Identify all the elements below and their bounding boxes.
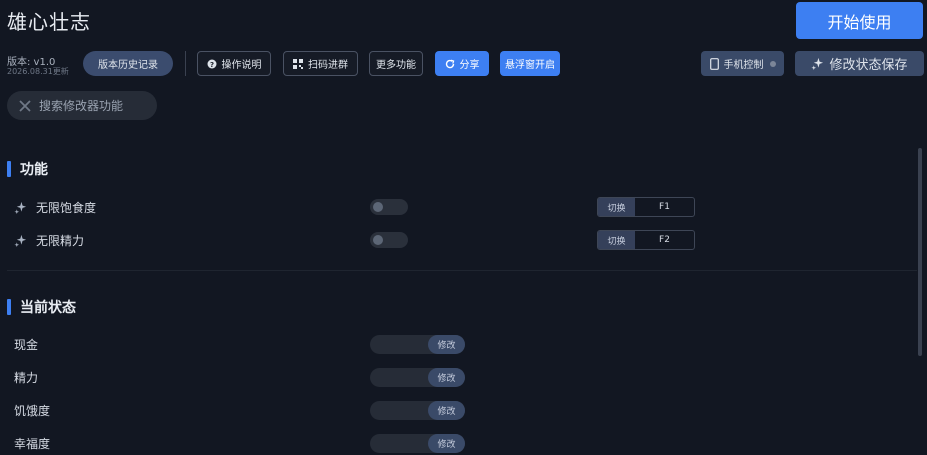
status-value-input[interactable]: 修改 xyxy=(370,401,465,420)
toggle-knob xyxy=(373,202,383,212)
sparkle-icon xyxy=(14,201,27,214)
search-input[interactable]: 搜索修改器功能 xyxy=(7,91,157,120)
status-value-input[interactable]: 修改 xyxy=(370,368,465,387)
feature-item: 无限饱食度 xyxy=(14,199,96,216)
status-label: 幸福度 xyxy=(14,437,51,451)
features-title-text: 功能 xyxy=(20,162,48,178)
status-label: 饥饿度 xyxy=(14,404,51,418)
status-value-input[interactable]: 修改 xyxy=(370,335,465,354)
status-dot-icon xyxy=(769,60,776,67)
hotkey-switch-button[interactable]: 切换 xyxy=(598,198,635,216)
share-button[interactable]: 分享 xyxy=(435,51,489,76)
phone-control-button[interactable]: 手机控制 xyxy=(701,51,784,76)
hotkey-field[interactable]: 切换 F2 xyxy=(597,230,695,250)
features-section-title: 功能 xyxy=(7,159,48,179)
more-features-button[interactable]: 更多功能 xyxy=(369,51,423,76)
save-label: 修改状态保存 xyxy=(829,58,908,73)
status-label: 现金 xyxy=(14,338,39,352)
float-window-button[interactable]: 悬浮窗开启 xyxy=(500,51,560,76)
feature-item: 无限精力 xyxy=(14,232,84,249)
section-accent-bar xyxy=(7,299,11,315)
version-history-button[interactable]: 版本历史记录 xyxy=(83,51,173,76)
feature-toggle[interactable] xyxy=(370,232,408,248)
scrollbar[interactable] xyxy=(918,148,922,356)
feature-label: 无限饱食度 xyxy=(36,201,97,215)
sparkle-icon xyxy=(14,234,27,247)
status-label: 精力 xyxy=(14,371,39,385)
status-value-input[interactable]: 修改 xyxy=(370,434,465,453)
feature-label: 无限精力 xyxy=(36,234,85,248)
start-button[interactable]: 开始使用 xyxy=(796,2,923,39)
share-label: 分享 xyxy=(459,60,480,71)
save-state-button[interactable]: 修改状态保存 xyxy=(795,51,924,76)
section-divider xyxy=(7,270,917,271)
modify-button[interactable]: 修改 xyxy=(428,335,465,354)
search-placeholder: 搜索修改器功能 xyxy=(39,99,124,113)
modify-button[interactable]: 修改 xyxy=(428,401,465,420)
toolbar-divider xyxy=(185,51,186,76)
qr-group-button[interactable]: 扫码进群 xyxy=(283,51,358,76)
status-section-title: 当前状态 xyxy=(7,297,76,317)
hotkey-switch-button[interactable]: 切换 xyxy=(598,231,635,249)
modify-button[interactable]: 修改 xyxy=(428,434,465,453)
toggle-knob xyxy=(373,235,383,245)
modify-button[interactable]: 修改 xyxy=(428,368,465,387)
cross-icon xyxy=(19,99,31,112)
app-title: 雄心壮志 xyxy=(7,10,91,34)
guide-button[interactable]: ? 操作说明 xyxy=(197,51,271,76)
sparkle-icon xyxy=(811,57,824,70)
share-icon xyxy=(445,59,455,69)
version-date: 2026.08.31更新 xyxy=(7,67,69,76)
section-accent-bar xyxy=(7,161,11,177)
question-circle-icon: ? xyxy=(207,59,217,69)
guide-label: 操作说明 xyxy=(221,60,262,71)
hotkey-value: F2 xyxy=(659,235,670,245)
status-title-text: 当前状态 xyxy=(20,300,76,316)
qr-code-icon xyxy=(293,58,303,69)
hotkey-value: F1 xyxy=(659,202,670,212)
qr-label: 扫码进群 xyxy=(308,60,348,71)
phone-icon xyxy=(709,57,719,70)
hotkey-field[interactable]: 切换 F1 xyxy=(597,197,695,217)
feature-toggle[interactable] xyxy=(370,199,408,215)
svg-text:?: ? xyxy=(209,61,213,69)
phone-label: 手机控制 xyxy=(723,60,764,71)
